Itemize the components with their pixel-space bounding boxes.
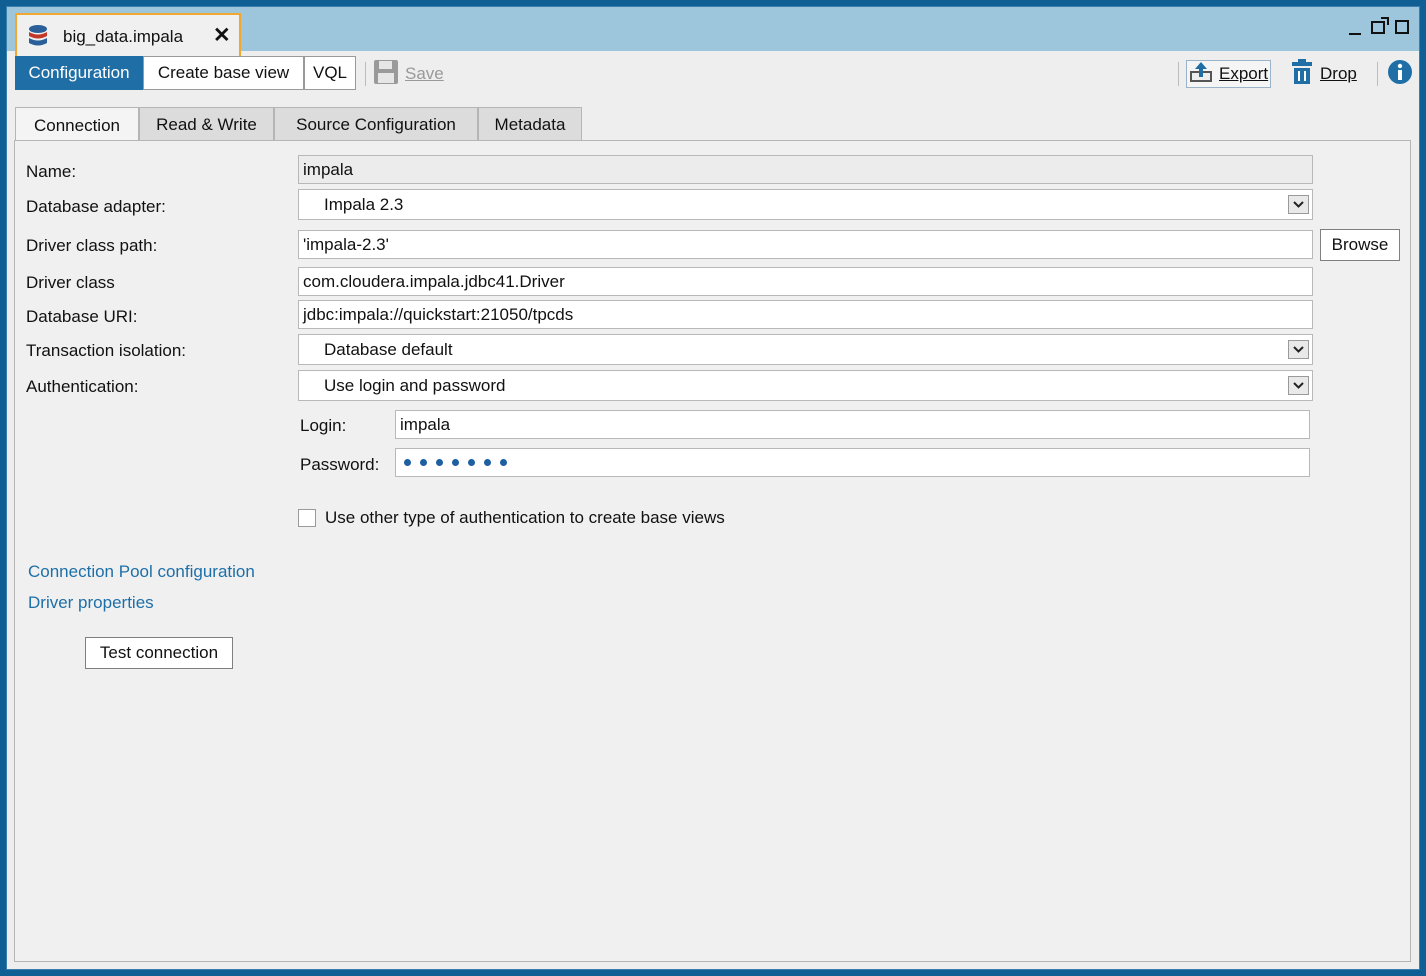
save-label: Save — [405, 64, 444, 83]
other-auth-label: Use other type of authentication to crea… — [325, 508, 725, 527]
test-connection-button[interactable]: Test connection — [85, 637, 233, 669]
tab-read-write[interactable]: Read & Write — [139, 107, 274, 141]
chevron-down-icon[interactable] — [1288, 340, 1309, 359]
driver-class-field[interactable]: com.cloudera.impala.jdbc41.Driver — [298, 267, 1313, 296]
drop-button[interactable]: Drop — [1290, 58, 1357, 90]
restore-icon[interactable] — [1371, 16, 1389, 34]
tab-metadata[interactable]: Metadata — [478, 107, 582, 141]
name-field: impala — [298, 155, 1313, 184]
password-dot — [500, 459, 507, 466]
chevron-down-icon[interactable] — [1288, 195, 1309, 214]
password-dot — [484, 459, 491, 466]
password-mask — [400, 459, 507, 466]
document-tab[interactable]: big_data.impala ✕ — [15, 13, 241, 57]
tab-source-configuration[interactable]: Source Configuration — [274, 107, 478, 141]
password-field[interactable] — [395, 448, 1310, 477]
database-adapter-select[interactable]: Impala 2.3 — [298, 189, 1313, 220]
connection-panel: Name: impala Database adapter: Impala 2.… — [14, 140, 1411, 962]
password-dot — [404, 459, 411, 466]
create-base-view-button[interactable]: Create base view — [143, 56, 304, 90]
save-button[interactable]: Save — [373, 59, 444, 90]
database-adapter-label: Database adapter: — [26, 197, 166, 216]
database-uri-field[interactable]: jdbc:impala://quickstart:21050/tpcds — [298, 300, 1313, 329]
driver-class-path-field[interactable]: 'impala-2.3' — [298, 230, 1313, 259]
login-label: Login: — [300, 416, 347, 435]
drop-label: Drop — [1320, 64, 1357, 83]
title-bar: big_data.impala ✕ — [7, 7, 1419, 57]
authentication-label: Authentication: — [26, 377, 139, 396]
database-icon — [27, 24, 49, 53]
document-tab-title: big_data.impala — [63, 27, 184, 46]
info-button[interactable] — [1387, 59, 1413, 90]
transaction-isolation-value: Database default — [324, 339, 453, 359]
export-label: Export — [1219, 64, 1269, 83]
driver-class-path-label: Driver class path: — [26, 236, 158, 255]
name-label: Name: — [26, 162, 77, 181]
other-auth-checkbox[interactable] — [298, 509, 316, 527]
driver-properties-link[interactable]: Driver properties — [28, 593, 154, 613]
password-label: Password: — [300, 455, 380, 474]
chevron-down-icon[interactable] — [1288, 376, 1309, 395]
tab-connection[interactable]: Connection — [15, 107, 139, 143]
authentication-value: Use login and password — [324, 375, 506, 395]
transaction-isolation-select[interactable]: Database default — [298, 334, 1313, 365]
maximize-icon[interactable] — [1395, 20, 1409, 34]
minimize-icon[interactable] — [1349, 33, 1361, 35]
toolbar-separator — [1377, 62, 1378, 86]
close-icon[interactable]: ✕ — [213, 23, 231, 48]
toolbar-separator — [365, 62, 366, 86]
password-dot — [452, 459, 459, 466]
database-uri-label: Database URI: — [26, 307, 138, 326]
browse-button[interactable]: Browse — [1320, 229, 1400, 261]
configuration-mode-button[interactable]: Configuration — [15, 56, 143, 90]
toolbar-separator — [1178, 62, 1179, 86]
save-icon — [373, 59, 399, 90]
database-adapter-value: Impala 2.3 — [324, 194, 404, 214]
vql-button[interactable]: VQL — [304, 56, 356, 90]
window-controls — [1349, 16, 1409, 35]
toolbar: Configuration Create base view VQL Save — [15, 56, 1415, 92]
transaction-isolation-label: Transaction isolation: — [26, 341, 187, 360]
connection-pool-link[interactable]: Connection Pool configuration — [28, 562, 255, 582]
trash-icon — [1290, 58, 1314, 90]
export-button[interactable]: Export — [1186, 60, 1272, 88]
driver-class-label: Driver class — [26, 273, 115, 292]
editor-window: big_data.impala ✕ Configuration Create b… — [6, 6, 1420, 970]
login-field[interactable]: impala — [395, 410, 1310, 439]
password-dot — [468, 459, 475, 466]
info-icon — [1387, 59, 1413, 90]
password-dot — [436, 459, 443, 466]
upload-icon — [1189, 61, 1213, 88]
password-dot — [420, 459, 427, 466]
authentication-select[interactable]: Use login and password — [298, 370, 1313, 401]
